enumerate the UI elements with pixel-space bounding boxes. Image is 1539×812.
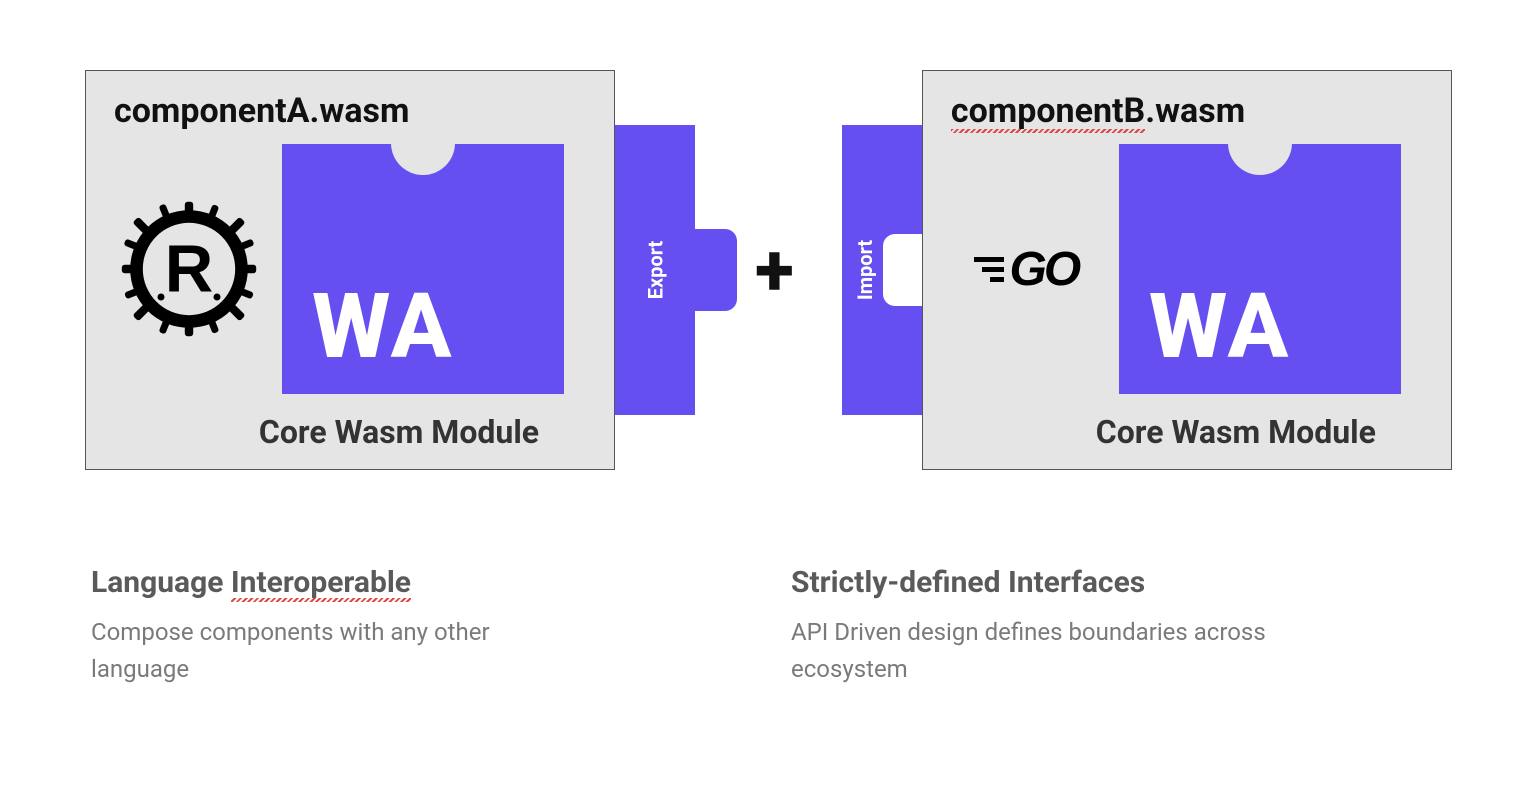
plus-icon: +: [755, 228, 794, 313]
component-b-box: componentB.wasm GO WA Core Wasm Module: [922, 70, 1452, 470]
captions-row: Language Interoperable Compose component…: [85, 565, 1454, 688]
component-b-inner: GO WA: [951, 139, 1431, 399]
wasm-tile-a: WA: [282, 144, 564, 394]
export-tab: Export: [615, 125, 695, 415]
export-label: Export: [643, 241, 667, 300]
go-icon: GO: [951, 242, 1101, 297]
caption-right-body: API Driven design defines boundaries acr…: [791, 614, 1271, 688]
component-a-inner: R WA: [114, 139, 594, 399]
caption-right: Strictly-defined Interfaces API Driven d…: [791, 565, 1271, 688]
caption-left-prefix: Language: [91, 565, 231, 600]
component-b-title-underlined: componentB: [951, 91, 1145, 131]
caption-left-underlined: Interoperable: [231, 565, 411, 600]
component-a-caption: Core Wasm Module: [204, 413, 594, 451]
caption-left: Language Interoperable Compose component…: [91, 565, 571, 688]
wasm-tile-b: WA: [1119, 144, 1401, 394]
import-label: Import: [853, 240, 877, 300]
component-b-title: componentB.wasm: [951, 91, 1431, 131]
component-b-title-suffix: .wasm: [1145, 91, 1245, 131]
caption-left-body: Compose components with any other langua…: [91, 614, 571, 688]
caption-right-title: Strictly-defined Interfaces: [791, 565, 1271, 600]
component-b-caption: Core Wasm Module: [1041, 413, 1431, 451]
component-a-box: componentA.wasm: [85, 70, 615, 470]
diagram-top-row: componentA.wasm: [85, 70, 1454, 470]
wasm-label-a: WA: [312, 282, 453, 372]
import-tab: Import: [842, 125, 922, 415]
rust-icon: R: [114, 199, 264, 339]
go-label: GO: [1010, 242, 1079, 297]
wasm-label-b: WA: [1149, 282, 1290, 372]
svg-text:R: R: [165, 231, 214, 306]
caption-left-title: Language Interoperable: [91, 565, 571, 600]
component-a-title: componentA.wasm: [114, 91, 594, 131]
